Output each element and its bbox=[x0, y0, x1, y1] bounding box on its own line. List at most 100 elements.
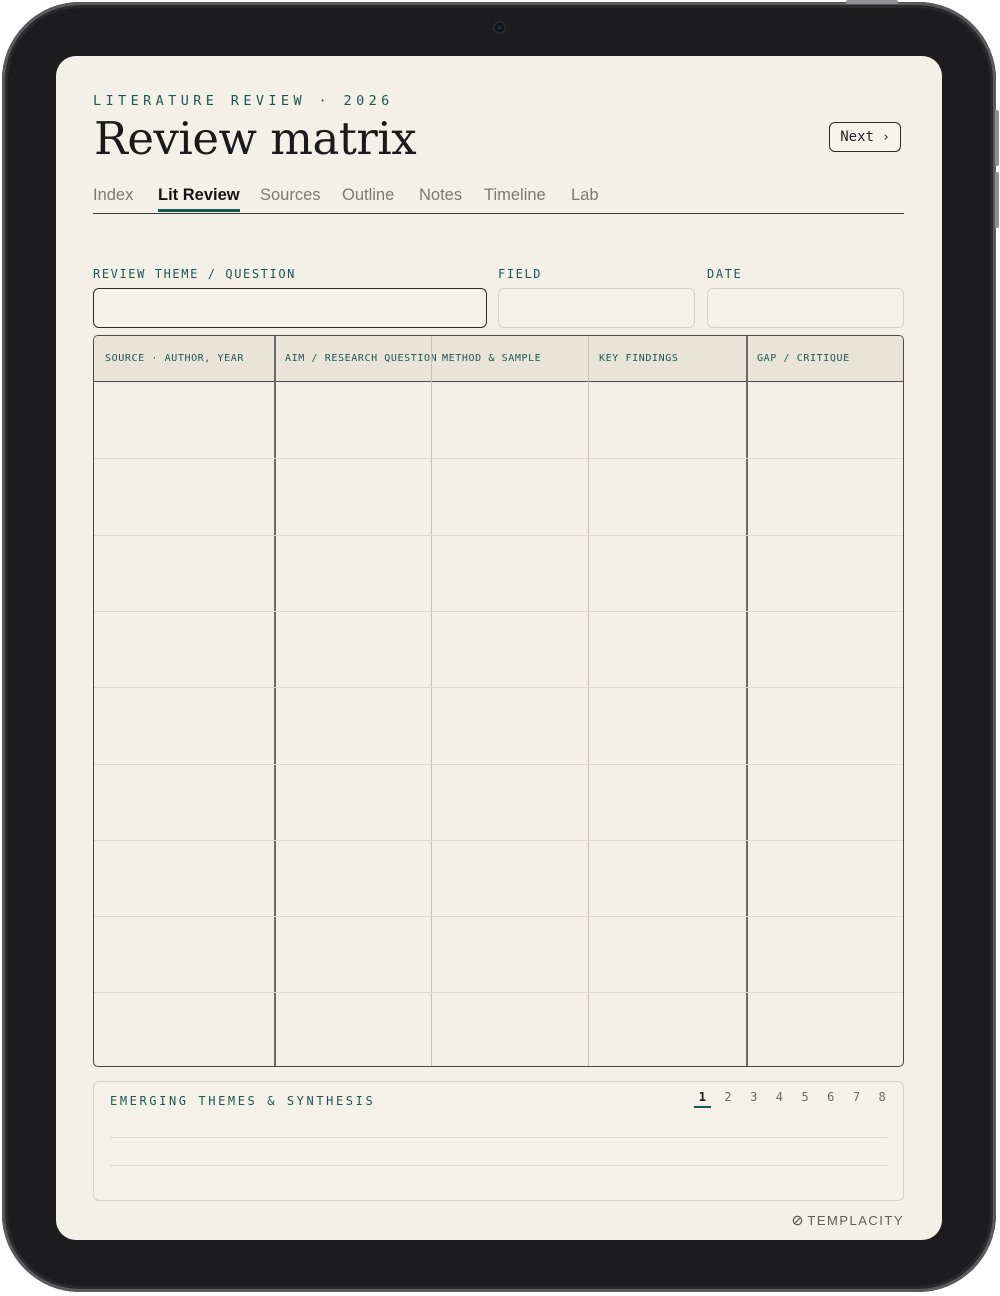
tab-notes[interactable]: Notes bbox=[419, 186, 462, 205]
matrix-cell[interactable] bbox=[94, 611, 274, 687]
page-number-6[interactable]: 6 bbox=[818, 1090, 844, 1108]
matrix-cell[interactable] bbox=[94, 382, 274, 458]
page-eyebrow: LITERATURE REVIEW · 2026 bbox=[93, 93, 394, 109]
tab-sources[interactable]: Sources bbox=[260, 186, 321, 205]
brand-name: TEMPLACITY bbox=[807, 1213, 904, 1228]
matrix-cell[interactable] bbox=[274, 764, 431, 840]
templacity-logo-icon bbox=[793, 1215, 803, 1226]
matrix-header: SOURCE · AUTHOR, YEAR AIM / RESEARCH QUES… bbox=[94, 336, 903, 382]
matrix-cell[interactable] bbox=[746, 458, 902, 534]
top-hardware-button bbox=[846, 0, 898, 4]
matrix-cell[interactable] bbox=[274, 458, 431, 534]
matrix-cell[interactable] bbox=[431, 764, 588, 840]
row-divider bbox=[94, 763, 903, 765]
page-number-8[interactable]: 8 bbox=[869, 1090, 895, 1108]
matrix-cell[interactable] bbox=[431, 535, 588, 611]
row-divider bbox=[94, 687, 903, 689]
tab-lab[interactable]: Lab bbox=[571, 186, 599, 205]
page-selector: 12345678 bbox=[690, 1090, 896, 1108]
matrix-cell[interactable] bbox=[588, 458, 746, 534]
row-divider bbox=[94, 534, 903, 536]
matrix-cell[interactable] bbox=[431, 382, 588, 458]
column-header: METHOD & SAMPLE bbox=[442, 353, 542, 364]
review-matrix: SOURCE · AUTHOR, YEAR AIM / RESEARCH QUES… bbox=[93, 335, 904, 1067]
tab-bar: Index Lit Review Sources Outline Notes Timeli… bbox=[93, 186, 904, 214]
tab-timeline[interactable]: Timeline bbox=[484, 186, 546, 205]
matrix-cell[interactable] bbox=[274, 535, 431, 611]
matrix-cell[interactable] bbox=[94, 687, 274, 763]
synthesis-panel[interactable]: EMERGING THEMES & SYNTHESIS 12345678 bbox=[93, 1081, 904, 1201]
page-number-3[interactable]: 3 bbox=[741, 1090, 767, 1108]
matrix-cell[interactable] bbox=[588, 611, 746, 687]
matrix-cell[interactable] bbox=[274, 916, 431, 992]
matrix-cell[interactable] bbox=[274, 382, 431, 458]
matrix-cell[interactable] bbox=[746, 764, 902, 840]
volume-up-button bbox=[995, 110, 999, 166]
matrix-cell[interactable] bbox=[94, 535, 274, 611]
matrix-cell[interactable] bbox=[746, 687, 902, 763]
matrix-cell[interactable] bbox=[274, 840, 431, 916]
review-theme-label: REVIEW THEME / QUESTION bbox=[93, 267, 296, 281]
matrix-cell[interactable] bbox=[94, 764, 274, 840]
matrix-cell[interactable] bbox=[431, 687, 588, 763]
review-theme-input[interactable] bbox=[93, 288, 487, 328]
tab-lit-review[interactable]: Lit Review bbox=[158, 186, 240, 212]
matrix-cell[interactable] bbox=[746, 611, 902, 687]
matrix-cell[interactable] bbox=[746, 992, 902, 1066]
page-number-2[interactable]: 2 bbox=[715, 1090, 741, 1108]
row-divider bbox=[94, 458, 903, 460]
page-number-5[interactable]: 5 bbox=[792, 1090, 818, 1108]
matrix-cell[interactable] bbox=[588, 992, 746, 1066]
page-number-1[interactable]: 1 bbox=[690, 1090, 716, 1108]
matrix-cell[interactable] bbox=[431, 611, 588, 687]
page-number-4[interactable]: 4 bbox=[767, 1090, 793, 1108]
matrix-cell[interactable] bbox=[746, 382, 902, 458]
matrix-cell[interactable] bbox=[431, 840, 588, 916]
matrix-cell[interactable] bbox=[274, 992, 431, 1066]
matrix-cell[interactable] bbox=[588, 840, 746, 916]
matrix-cell[interactable] bbox=[431, 916, 588, 992]
matrix-cell[interactable] bbox=[746, 840, 902, 916]
matrix-cell[interactable] bbox=[588, 382, 746, 458]
field-label: FIELD bbox=[498, 267, 543, 281]
tab-index[interactable]: Index bbox=[93, 186, 133, 205]
camera-icon bbox=[493, 21, 506, 34]
matrix-cell[interactable] bbox=[746, 535, 902, 611]
tab-outline[interactable]: Outline bbox=[342, 186, 394, 205]
row-divider bbox=[94, 839, 903, 841]
matrix-cell[interactable] bbox=[94, 992, 274, 1066]
matrix-cell[interactable] bbox=[588, 535, 746, 611]
matrix-cell[interactable] bbox=[431, 992, 588, 1066]
volume-down-button bbox=[995, 172, 999, 228]
brand-footer: TEMPLACITY bbox=[792, 1213, 904, 1228]
matrix-cell[interactable] bbox=[274, 611, 431, 687]
matrix-cell[interactable] bbox=[588, 916, 746, 992]
matrix-cell[interactable] bbox=[588, 687, 746, 763]
page-number-7[interactable]: 7 bbox=[844, 1090, 870, 1108]
synthesis-label: EMERGING THEMES & SYNTHESIS bbox=[110, 1094, 376, 1108]
row-divider bbox=[94, 610, 903, 612]
matrix-cell[interactable] bbox=[431, 458, 588, 534]
column-header: KEY FINDINGS bbox=[599, 353, 679, 364]
next-button-label: Next bbox=[840, 129, 874, 145]
matrix-cell[interactable] bbox=[588, 764, 746, 840]
column-header: GAP / CRITIQUE bbox=[757, 353, 850, 364]
matrix-cell[interactable] bbox=[746, 916, 902, 992]
column-header: SOURCE · AUTHOR, YEAR bbox=[105, 353, 245, 364]
row-divider bbox=[94, 916, 903, 918]
column-header: AIM / RESEARCH QUESTION bbox=[285, 353, 438, 364]
matrix-cell[interactable] bbox=[94, 840, 274, 916]
date-label: DATE bbox=[707, 267, 743, 281]
screen: LITERATURE REVIEW · 2026 Review matrix N… bbox=[56, 56, 942, 1240]
next-button[interactable]: Next › bbox=[829, 122, 901, 152]
row-divider bbox=[94, 992, 903, 994]
matrix-cell[interactable] bbox=[94, 458, 274, 534]
field-input[interactable] bbox=[498, 288, 695, 328]
matrix-cell[interactable] bbox=[274, 687, 431, 763]
synthesis-rule bbox=[110, 1137, 887, 1138]
page-title: Review matrix bbox=[94, 112, 417, 165]
matrix-cell[interactable] bbox=[94, 916, 274, 992]
synthesis-rule bbox=[110, 1165, 887, 1166]
chevron-right-icon: › bbox=[881, 129, 890, 145]
date-input[interactable] bbox=[707, 288, 904, 328]
